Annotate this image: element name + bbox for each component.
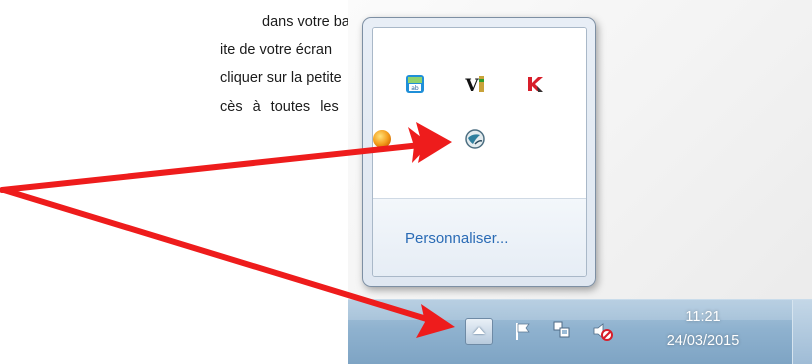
kaspersky-icon[interactable] <box>524 73 546 95</box>
doc-line-4: cès à toutes les <box>220 99 339 115</box>
svg-text:ab: ab <box>411 85 419 92</box>
show-desktop-button[interactable] <box>792 300 812 364</box>
network-icon[interactable] <box>551 319 573 341</box>
globe-app-icon[interactable] <box>464 128 486 150</box>
clock-time: 11:21 <box>685 309 721 325</box>
dictionary-icon[interactable]: ab <box>404 73 426 95</box>
popup-panel: ab V Personnaliser... <box>372 27 587 277</box>
chevron-up-icon <box>473 327 485 334</box>
clock-date: 24/03/2015 <box>666 333 740 349</box>
taskbar: 11:21 24/03/2015 <box>348 299 812 364</box>
show-hidden-icons-button[interactable] <box>465 318 493 345</box>
action-center-flag-icon[interactable] <box>512 320 534 342</box>
doc-line-2: ite de votre écran <box>220 42 333 58</box>
clock[interactable]: 11:21 24/03/2015 <box>648 305 758 353</box>
hidden-icons-area: ab V <box>373 28 586 198</box>
notification-overflow-popup: ab V Personnaliser... <box>362 17 596 287</box>
volume-muted-icon[interactable] <box>592 320 614 342</box>
orange-ball-icon[interactable] <box>373 128 393 150</box>
customize-link[interactable]: Personnaliser... <box>405 230 508 247</box>
antivirus-v-icon[interactable]: V <box>464 73 486 96</box>
popup-footer: Personnaliser... <box>373 198 586 276</box>
svg-text:V: V <box>464 76 479 95</box>
doc-line-3: cliquer sur la petite <box>220 70 342 86</box>
